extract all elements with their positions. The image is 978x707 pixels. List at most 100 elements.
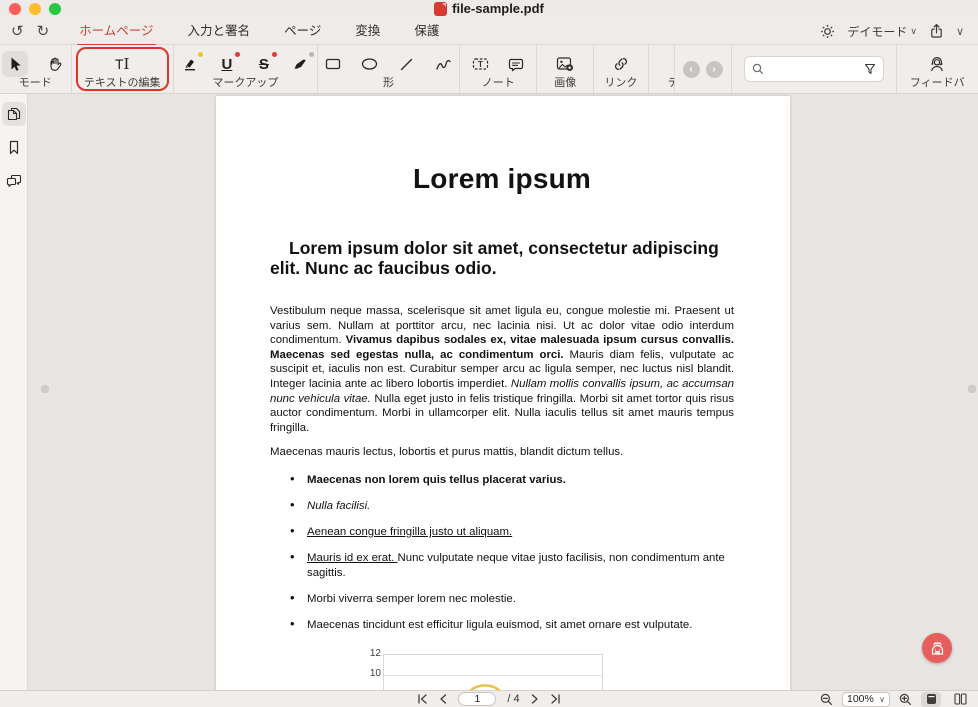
thumbnails-panel-button[interactable] bbox=[2, 102, 26, 126]
underline-tool[interactable]: U bbox=[214, 51, 240, 77]
document-canvas[interactable]: Lorem ipsum Lorem ipsum dolor sit amet, … bbox=[28, 94, 978, 690]
feedback-headset-icon[interactable] bbox=[924, 51, 950, 77]
list-item: Aenean congue fringilla justo ut aliquam… bbox=[290, 525, 734, 540]
page-number-input[interactable] bbox=[458, 692, 496, 706]
ribbon-tabbar: ↺ ↻ ホームページ 入力と署名 ページ 変換 保護 デイモード ∨ ∨ bbox=[0, 18, 978, 45]
toolbar: モード TI テキストの編集 U S bbox=[0, 45, 978, 94]
text-box-tool[interactable]: T bbox=[468, 51, 494, 77]
document-title: Lorem ipsum bbox=[270, 163, 734, 195]
color-dot-red bbox=[235, 52, 240, 57]
tab-fill-sign[interactable]: 入力と署名 bbox=[186, 16, 253, 46]
section-text-edit: TI テキストの編集 bbox=[72, 45, 174, 93]
share-icon[interactable] bbox=[929, 23, 944, 39]
document-paragraph-2: Maecenas mauris lectus, lobortis et puru… bbox=[270, 445, 734, 460]
tab-convert[interactable]: 変換 bbox=[353, 16, 382, 46]
page-total: / 4 bbox=[507, 693, 519, 705]
tab-homepage[interactable]: ホームページ bbox=[77, 16, 155, 46]
zoom-out-icon[interactable] bbox=[820, 693, 833, 706]
back-button[interactable]: ‹ bbox=[683, 61, 700, 78]
window-title: file-sample.pdf bbox=[452, 1, 544, 16]
window-title-area: file-sample.pdf bbox=[0, 1, 978, 16]
sun-icon bbox=[820, 24, 835, 39]
zoom-level-select[interactable]: 100% ∨ bbox=[842, 692, 890, 707]
section-image: 画像 bbox=[537, 45, 594, 93]
search-icon bbox=[752, 63, 764, 75]
section-label-shapes: 形 bbox=[383, 77, 394, 90]
highlighter-tool[interactable] bbox=[177, 51, 203, 77]
y-tick-12: 12 bbox=[370, 648, 381, 659]
document-bullet-list: Maecenas non lorem quis tellus placerat … bbox=[270, 473, 734, 633]
section-label-notes: ノート bbox=[482, 77, 515, 90]
line-shape-tool[interactable] bbox=[394, 51, 420, 77]
next-page-icon[interactable] bbox=[531, 694, 539, 704]
bookmarks-panel-button[interactable] bbox=[2, 135, 26, 159]
chart-line-series bbox=[384, 655, 604, 690]
left-sidebar bbox=[0, 94, 28, 690]
section-search bbox=[732, 45, 897, 93]
first-page-icon[interactable] bbox=[417, 694, 428, 704]
strikethrough-tool[interactable]: S bbox=[251, 51, 277, 77]
section-shapes: 形 bbox=[318, 45, 460, 93]
section-label-markup: マークアップ bbox=[212, 77, 278, 90]
section-label-image: 画像 bbox=[554, 77, 576, 90]
content-area: Lorem ipsum Lorem ipsum dolor sit amet, … bbox=[0, 94, 978, 690]
y-tick-10: 10 bbox=[370, 668, 381, 679]
list-item: Mauris id ex erat. Nunc vulputate neque … bbox=[290, 551, 734, 580]
pdf-editor-window: file-sample.pdf ↺ ↻ ホームページ 入力と署名 ページ 変換 … bbox=[0, 0, 978, 707]
zoom-in-icon[interactable] bbox=[899, 693, 912, 706]
color-dot-yellow bbox=[198, 52, 203, 57]
right-panel-resize-handle[interactable] bbox=[968, 385, 976, 393]
section-truncated: テ bbox=[649, 45, 675, 93]
search-field[interactable] bbox=[744, 56, 884, 82]
color-dot-gray bbox=[309, 52, 314, 57]
zoom-controls: 100% ∨ bbox=[820, 691, 970, 707]
embedded-chart: 12 10 bbox=[366, 654, 734, 690]
hand-pan-tool[interactable] bbox=[42, 51, 68, 77]
insert-link-tool[interactable] bbox=[608, 51, 634, 77]
assistant-robot-button[interactable] bbox=[922, 633, 952, 663]
tab-protect[interactable]: 保護 bbox=[412, 16, 441, 46]
color-dot-red bbox=[272, 52, 277, 57]
ribbon-tabs: ホームページ 入力と署名 ページ 変換 保護 bbox=[77, 16, 441, 46]
pdf-page[interactable]: Lorem ipsum Lorem ipsum dolor sit amet, … bbox=[216, 96, 790, 690]
list-item: Maecenas tincidunt est efficitur ligula … bbox=[290, 618, 734, 633]
section-link: リンク bbox=[594, 45, 649, 93]
section-label-truncated: テ bbox=[668, 77, 675, 90]
freehand-draw-tool[interactable] bbox=[431, 51, 457, 77]
ellipse-shape-tool[interactable] bbox=[357, 51, 383, 77]
comments-panel-button[interactable] bbox=[2, 168, 26, 192]
chevron-down-icon: ∨ bbox=[879, 695, 885, 704]
forward-button[interactable]: › bbox=[706, 61, 723, 78]
svg-text:T: T bbox=[478, 60, 483, 69]
chart-y-axis: 12 10 bbox=[366, 654, 383, 690]
section-markup: U S マークアップ bbox=[174, 45, 318, 93]
section-label-link: リンク bbox=[604, 77, 637, 90]
list-item: Morbi viverra semper lorem nec molestie. bbox=[290, 592, 734, 607]
two-page-view-button[interactable] bbox=[950, 692, 970, 707]
previous-page-icon[interactable] bbox=[439, 694, 447, 704]
section-mode: モード bbox=[0, 45, 72, 93]
chevron-down-icon: ∨ bbox=[910, 26, 917, 37]
comment-note-tool[interactable] bbox=[503, 51, 529, 77]
search-input[interactable] bbox=[769, 63, 859, 75]
select-cursor-tool[interactable] bbox=[2, 51, 28, 77]
section-label-text-edit: テキストの編集 bbox=[84, 77, 161, 90]
section-notes: T ノート bbox=[460, 45, 537, 93]
rectangle-shape-tool[interactable] bbox=[320, 51, 346, 77]
day-mode-dropdown[interactable]: デイモード ∨ bbox=[847, 23, 917, 40]
last-page-icon[interactable] bbox=[550, 694, 561, 704]
section-label-mode: モード bbox=[19, 77, 52, 90]
insert-image-tool[interactable] bbox=[552, 51, 578, 77]
marker-pen-tool[interactable] bbox=[288, 51, 314, 77]
collapse-toolbar-chevron-icon[interactable]: ∨ bbox=[956, 25, 964, 38]
robot-icon bbox=[928, 639, 947, 658]
text-edit-tool[interactable]: TI bbox=[109, 51, 135, 77]
status-bar: / 4 100% ∨ bbox=[0, 690, 978, 707]
filter-funnel-icon[interactable] bbox=[864, 63, 876, 75]
left-panel-resize-handle[interactable] bbox=[41, 385, 49, 393]
tab-pages[interactable]: ページ bbox=[282, 16, 323, 46]
redo-icon[interactable]: ↻ bbox=[37, 24, 50, 39]
single-page-view-button[interactable] bbox=[921, 692, 941, 707]
undo-icon[interactable]: ↺ bbox=[11, 24, 24, 39]
document-subtitle: Lorem ipsum dolor sit amet, consectetur … bbox=[270, 238, 734, 278]
